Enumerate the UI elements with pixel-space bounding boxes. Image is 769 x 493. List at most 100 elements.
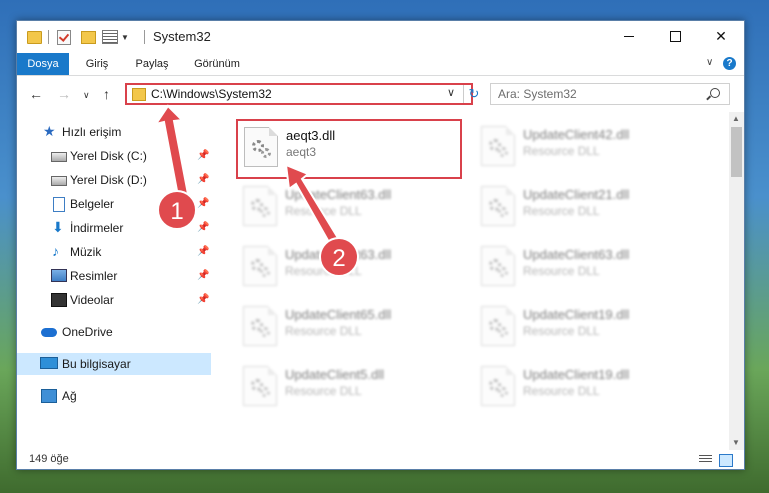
file-name: UpdateClient19.dll <box>523 367 630 382</box>
file-type: Resource DLL <box>523 264 600 278</box>
sidebar-item-pictures[interactable]: Resimler 📌 <box>17 265 211 287</box>
expand-ribbon-icon[interactable]: ∨ <box>706 57 713 68</box>
ribbon-tabs: Dosya Giriş Paylaş Görünüm ∨ ? <box>17 53 744 76</box>
tiles-view-icon[interactable] <box>719 454 733 467</box>
window-title: System32 <box>153 29 211 44</box>
sidebar-item-label: Yerel Disk (C:) <box>70 149 147 163</box>
file-name: UpdateClient63.dll <box>523 247 630 262</box>
customize-toolbar-icon[interactable] <box>102 30 118 44</box>
toolbar-separator <box>144 30 145 44</box>
sidebar-item-quick-access[interactable]: ★ Hızlı erişim <box>17 121 211 143</box>
sidebar-item-label: İndirmeler <box>70 221 124 235</box>
maximize-button[interactable] <box>652 21 698 51</box>
refresh-icon[interactable]: ↻ <box>463 85 484 103</box>
file-tile[interactable]: UpdateClient19.dll Resource DLL <box>475 300 695 352</box>
drive-icon <box>51 176 67 186</box>
pictures-icon <box>51 269 67 282</box>
sidebar-item-label: OneDrive <box>62 325 113 339</box>
dll-file-icon <box>243 306 277 346</box>
explorer-window: ▼ System32 ✕ Dosya Giriş Paylaş Görünüm … <box>16 20 745 470</box>
sidebar-item-videos[interactable]: Videolar 📌 <box>17 289 211 311</box>
star-icon: ★ <box>43 123 56 139</box>
dll-file-icon <box>243 186 277 226</box>
file-name: UpdateClient63.dll <box>285 187 392 202</box>
download-icon: ⬇ <box>52 219 64 235</box>
vertical-scrollbar[interactable]: ▲ ▼ <box>729 112 744 450</box>
new-folder-icon[interactable] <box>81 31 96 44</box>
tab-share[interactable]: Paylaş <box>129 53 175 75</box>
pin-icon[interactable]: 📌 <box>197 294 209 305</box>
search-icon[interactable] <box>710 88 720 98</box>
file-type: Resource DLL <box>523 324 600 338</box>
pin-icon[interactable]: 📌 <box>197 150 209 161</box>
dll-file-icon <box>481 126 515 166</box>
file-type: Resource DLL <box>285 384 362 398</box>
music-icon: ♪ <box>52 243 59 259</box>
properties-check-icon[interactable] <box>57 30 71 45</box>
toolbar-separator <box>48 30 49 44</box>
address-bar[interactable]: C:\Windows\System32 ∨ ↻ <box>125 83 479 105</box>
sidebar-item-label: Hızlı erişim <box>62 125 122 139</box>
sidebar-item-this-pc[interactable]: Bu bilgisayar <box>17 353 211 375</box>
file-tile-selected[interactable]: aeqt3.dll aeqt3 <box>236 119 462 179</box>
file-tile[interactable]: UpdateClient63.dll Resource DLL <box>237 180 457 232</box>
file-list: aeqt3.dll aeqt3 UpdateClient42.dll Resou… <box>213 112 729 450</box>
scroll-down-icon[interactable]: ▼ <box>732 438 740 447</box>
recent-locations-chevron-icon[interactable]: ∨ <box>83 90 90 101</box>
sidebar-item-local-disk-c[interactable]: Yerel Disk (C:) 📌 <box>17 145 211 167</box>
video-icon <box>51 293 67 307</box>
pin-icon[interactable]: 📌 <box>197 198 209 209</box>
pin-icon[interactable]: 📌 <box>197 174 209 185</box>
close-button[interactable]: ✕ <box>698 21 744 51</box>
file-type: Resource DLL <box>523 144 600 158</box>
pin-icon[interactable]: 📌 <box>197 246 209 257</box>
file-tile[interactable]: UpdateClient5.dll Resource DLL <box>237 360 457 412</box>
folder-icon <box>132 88 146 101</box>
dll-file-icon <box>481 306 515 346</box>
file-tile[interactable]: UpdateClient19.dll Resource DLL <box>475 360 695 412</box>
sidebar-item-music[interactable]: ♪ Müzik 📌 <box>17 241 211 263</box>
dll-file-icon <box>243 246 277 286</box>
drive-icon <box>51 152 67 162</box>
documents-icon <box>53 197 65 212</box>
file-tile[interactable]: UpdateClient65.dll Resource DLL <box>237 300 457 352</box>
minimize-button[interactable] <box>606 21 652 51</box>
folder-icon <box>27 31 42 44</box>
sidebar-item-onedrive[interactable]: OneDrive <box>17 321 211 343</box>
chevron-down-icon[interactable]: ▼ <box>121 33 129 49</box>
search-input[interactable]: Ara: System32 <box>490 83 730 105</box>
title-bar: ▼ System32 ✕ <box>17 21 744 53</box>
file-tile[interactable]: UpdateClient21.dll Resource DLL <box>475 180 695 232</box>
scroll-up-icon[interactable]: ▲ <box>732 114 740 123</box>
sidebar-item-label: Resimler <box>70 269 118 283</box>
chevron-down-icon[interactable]: ∨ <box>447 86 455 99</box>
file-type: Resource DLL <box>523 384 600 398</box>
up-arrow-icon[interactable]: ↑ <box>103 86 110 102</box>
navigation-bar: ← → ∨ ↑ C:\Windows\System32 ∨ ↻ Ara: Sys… <box>17 76 744 112</box>
address-path[interactable]: C:\Windows\System32 <box>151 87 272 101</box>
file-type: aeqt3 <box>286 145 317 159</box>
tab-view[interactable]: Görünüm <box>187 53 247 75</box>
dll-file-icon <box>244 127 278 167</box>
forward-arrow-icon[interactable]: → <box>57 86 71 102</box>
sidebar-item-label: Müzik <box>70 245 102 259</box>
tab-file[interactable]: Dosya <box>17 53 69 75</box>
pin-icon[interactable]: 📌 <box>197 222 209 233</box>
sidebar-item-label: Yerel Disk (D:) <box>70 173 147 187</box>
file-tile[interactable]: UpdateClient42.dll Resource DLL <box>475 120 695 172</box>
sidebar-item-network[interactable]: Ağ <box>17 385 211 407</box>
tab-home[interactable]: Giriş <box>77 53 117 75</box>
scroll-thumb[interactable] <box>731 127 742 177</box>
pin-icon[interactable]: 📌 <box>197 270 209 281</box>
file-name: aeqt3.dll <box>286 128 336 143</box>
status-bar: 149 öğe <box>17 450 744 469</box>
file-type: Resource DLL <box>285 204 362 218</box>
file-name: UpdateClient42.dll <box>523 127 630 142</box>
sidebar-item-local-disk-d[interactable]: Yerel Disk (D:) 📌 <box>17 169 211 191</box>
details-view-icon[interactable] <box>699 455 712 464</box>
back-arrow-icon[interactable]: ← <box>29 86 43 102</box>
help-icon[interactable]: ? <box>723 57 736 70</box>
file-name: UpdateClient65.dll <box>285 307 392 322</box>
file-tile[interactable]: UpdateClient63.dll Resource DLL <box>475 240 695 292</box>
dll-file-icon <box>243 366 277 406</box>
